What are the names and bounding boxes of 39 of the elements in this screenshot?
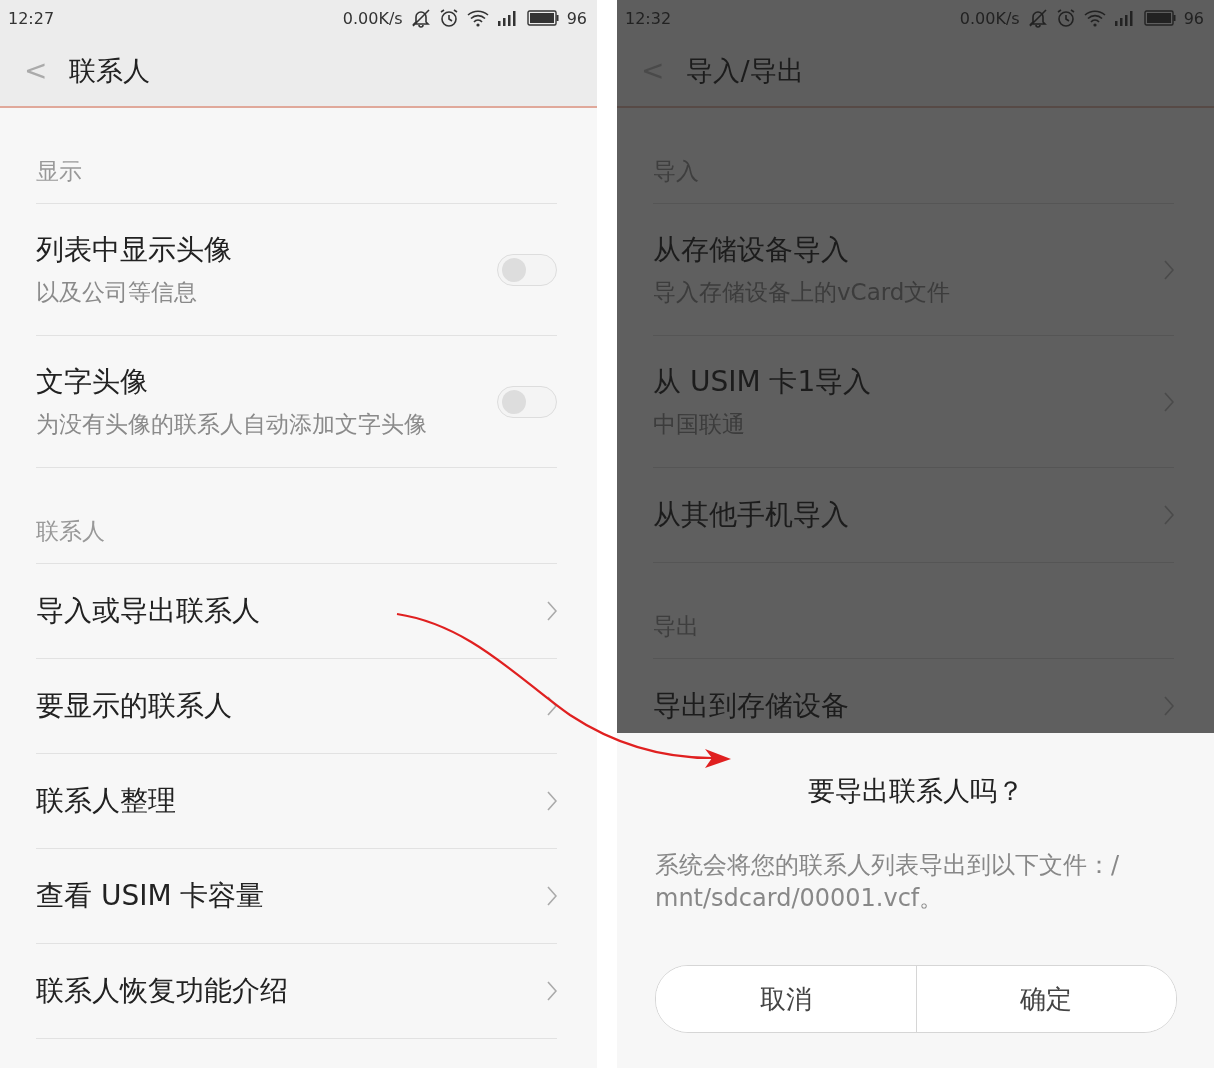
page-title: 导入/导出 [686,54,804,88]
setting-title[interactable]: 联系人整理 [36,782,535,820]
bell-off-icon [1027,8,1048,28]
setting-title[interactable]: 导入或导出联系人 [36,592,535,630]
network-speed: 0.00K/s [959,8,1020,28]
dialog-message: 系统会将您的联系人列表导出到以下文件：/ mnt/sdcard/00001.vcf。 [655,850,1120,914]
setting-title[interactable]: 查看 USIM 卡容量 [36,877,535,915]
chevron-icon [547,601,557,621]
signal-icon [496,10,519,26]
page-title: 联系人 [69,54,151,88]
chevron-icon [547,791,557,811]
chevron-icon [547,696,557,716]
alarm-clock-icon [1055,8,1076,28]
battery-icon [526,10,559,26]
signal-icon [1113,10,1136,26]
setting-title[interactable]: 文字头像 [36,363,485,401]
section-header: 显示 [36,158,82,184]
dialog-title: 要导出联系人吗？ [807,774,1024,808]
section-header: 联系人 [36,518,105,544]
setting-title[interactable]: 列表中显示头像 [36,231,485,269]
toggle-switch[interactable] [497,253,557,286]
chevron-icon [547,886,557,906]
alarm-clock-icon [438,8,459,28]
battery-icon [1143,10,1176,26]
toggle-switch[interactable] [497,385,557,418]
setting-title[interactable]: 要显示的联系人 [36,687,535,725]
network-speed: 0.00K/s [342,8,403,28]
wifi-icon [466,9,489,27]
setting-subtitle: 为没有头像的联系人自动添加文字头像 [36,410,428,439]
setting-subtitle: 以及公司等信息 [36,278,198,307]
bell-off-icon [410,8,431,28]
status-time: 12:32 [625,8,672,28]
dialog-button[interactable]: 取消 [656,966,917,1032]
setting-title[interactable]: 联系人恢复功能介绍 [36,972,535,1010]
chevron-icon [547,981,557,1001]
battery-level: 96 [566,8,587,28]
status-time: 12:27 [8,8,55,28]
wifi-icon [1083,9,1106,27]
battery-level: 96 [1183,8,1204,28]
